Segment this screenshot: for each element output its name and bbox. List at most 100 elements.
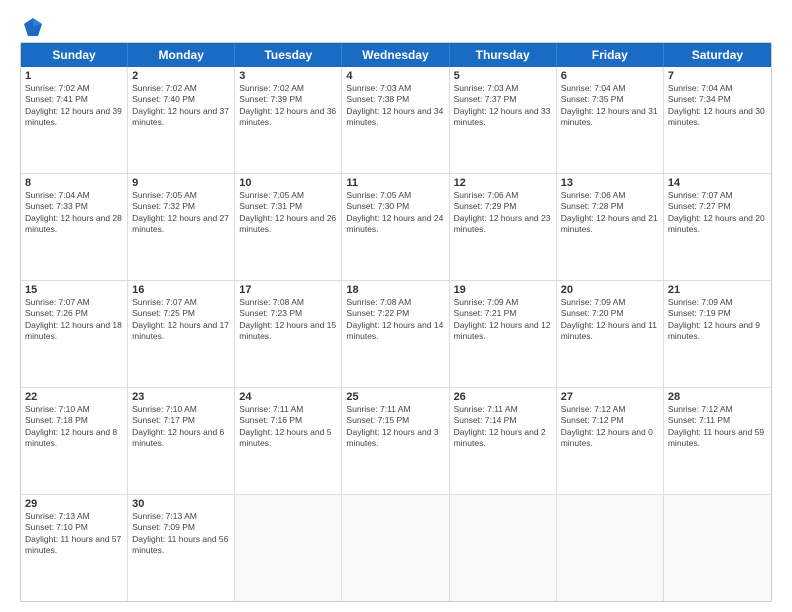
- cell-info: Sunrise: 7:04 AM Sunset: 7:33 PM Dayligh…: [25, 190, 123, 236]
- calendar-cell: 4Sunrise: 7:03 AM Sunset: 7:38 PM Daylig…: [342, 67, 449, 173]
- cell-info: Sunrise: 7:11 AM Sunset: 7:14 PM Dayligh…: [454, 404, 552, 450]
- calendar-cell: 17Sunrise: 7:08 AM Sunset: 7:23 PM Dayli…: [235, 281, 342, 387]
- cell-info: Sunrise: 7:09 AM Sunset: 7:20 PM Dayligh…: [561, 297, 659, 343]
- calendar-row: 8Sunrise: 7:04 AM Sunset: 7:33 PM Daylig…: [21, 174, 771, 281]
- day-number: 10: [239, 177, 337, 189]
- cell-info: Sunrise: 7:10 AM Sunset: 7:17 PM Dayligh…: [132, 404, 230, 450]
- day-header-wednesday: Wednesday: [342, 43, 449, 67]
- cell-info: Sunrise: 7:06 AM Sunset: 7:28 PM Dayligh…: [561, 190, 659, 236]
- day-number: 27: [561, 391, 659, 403]
- cell-info: Sunrise: 7:02 AM Sunset: 7:39 PM Dayligh…: [239, 83, 337, 129]
- calendar-cell: 1Sunrise: 7:02 AM Sunset: 7:41 PM Daylig…: [21, 67, 128, 173]
- calendar-row: 22Sunrise: 7:10 AM Sunset: 7:18 PM Dayli…: [21, 388, 771, 495]
- calendar-cell: 18Sunrise: 7:08 AM Sunset: 7:22 PM Dayli…: [342, 281, 449, 387]
- cell-info: Sunrise: 7:03 AM Sunset: 7:37 PM Dayligh…: [454, 83, 552, 129]
- calendar-row: 29Sunrise: 7:13 AM Sunset: 7:10 PM Dayli…: [21, 495, 771, 601]
- day-number: 29: [25, 498, 123, 510]
- day-number: 7: [668, 70, 767, 82]
- day-number: 25: [346, 391, 444, 403]
- calendar-cell: 23Sunrise: 7:10 AM Sunset: 7:17 PM Dayli…: [128, 388, 235, 494]
- calendar-header-row: SundayMondayTuesdayWednesdayThursdayFrid…: [21, 43, 771, 67]
- calendar-cell: 6Sunrise: 7:04 AM Sunset: 7:35 PM Daylig…: [557, 67, 664, 173]
- calendar-cell: 20Sunrise: 7:09 AM Sunset: 7:20 PM Dayli…: [557, 281, 664, 387]
- calendar-cell: 15Sunrise: 7:07 AM Sunset: 7:26 PM Dayli…: [21, 281, 128, 387]
- day-number: 1: [25, 70, 123, 82]
- logo-flag-icon: [22, 16, 44, 38]
- cell-info: Sunrise: 7:07 AM Sunset: 7:25 PM Dayligh…: [132, 297, 230, 343]
- logo: [20, 16, 44, 34]
- calendar-cell: [664, 495, 771, 601]
- calendar-cell: 24Sunrise: 7:11 AM Sunset: 7:16 PM Dayli…: [235, 388, 342, 494]
- calendar-cell: 25Sunrise: 7:11 AM Sunset: 7:15 PM Dayli…: [342, 388, 449, 494]
- calendar-cell: 21Sunrise: 7:09 AM Sunset: 7:19 PM Dayli…: [664, 281, 771, 387]
- day-number: 21: [668, 284, 767, 296]
- cell-info: Sunrise: 7:11 AM Sunset: 7:16 PM Dayligh…: [239, 404, 337, 450]
- day-number: 14: [668, 177, 767, 189]
- calendar-cell: 5Sunrise: 7:03 AM Sunset: 7:37 PM Daylig…: [450, 67, 557, 173]
- calendar-page: SundayMondayTuesdayWednesdayThursdayFrid…: [0, 0, 792, 612]
- calendar-cell: 26Sunrise: 7:11 AM Sunset: 7:14 PM Dayli…: [450, 388, 557, 494]
- header: [20, 16, 772, 34]
- cell-info: Sunrise: 7:07 AM Sunset: 7:27 PM Dayligh…: [668, 190, 767, 236]
- calendar-cell: [235, 495, 342, 601]
- calendar-cell: 9Sunrise: 7:05 AM Sunset: 7:32 PM Daylig…: [128, 174, 235, 280]
- day-number: 15: [25, 284, 123, 296]
- day-number: 12: [454, 177, 552, 189]
- cell-info: Sunrise: 7:02 AM Sunset: 7:41 PM Dayligh…: [25, 83, 123, 129]
- day-header-monday: Monday: [128, 43, 235, 67]
- calendar-cell: 13Sunrise: 7:06 AM Sunset: 7:28 PM Dayli…: [557, 174, 664, 280]
- calendar-cell: 22Sunrise: 7:10 AM Sunset: 7:18 PM Dayli…: [21, 388, 128, 494]
- cell-info: Sunrise: 7:09 AM Sunset: 7:19 PM Dayligh…: [668, 297, 767, 343]
- day-number: 13: [561, 177, 659, 189]
- day-header-tuesday: Tuesday: [235, 43, 342, 67]
- day-number: 17: [239, 284, 337, 296]
- cell-info: Sunrise: 7:10 AM Sunset: 7:18 PM Dayligh…: [25, 404, 123, 450]
- calendar-cell: [557, 495, 664, 601]
- calendar-cell: 8Sunrise: 7:04 AM Sunset: 7:33 PM Daylig…: [21, 174, 128, 280]
- cell-info: Sunrise: 7:05 AM Sunset: 7:30 PM Dayligh…: [346, 190, 444, 236]
- day-header-thursday: Thursday: [450, 43, 557, 67]
- day-number: 8: [25, 177, 123, 189]
- day-number: 23: [132, 391, 230, 403]
- day-number: 18: [346, 284, 444, 296]
- day-number: 2: [132, 70, 230, 82]
- day-number: 11: [346, 177, 444, 189]
- day-number: 26: [454, 391, 552, 403]
- calendar-cell: 12Sunrise: 7:06 AM Sunset: 7:29 PM Dayli…: [450, 174, 557, 280]
- day-number: 4: [346, 70, 444, 82]
- day-number: 22: [25, 391, 123, 403]
- cell-info: Sunrise: 7:13 AM Sunset: 7:10 PM Dayligh…: [25, 511, 123, 557]
- cell-info: Sunrise: 7:05 AM Sunset: 7:32 PM Dayligh…: [132, 190, 230, 236]
- calendar-cell: 2Sunrise: 7:02 AM Sunset: 7:40 PM Daylig…: [128, 67, 235, 173]
- cell-info: Sunrise: 7:08 AM Sunset: 7:23 PM Dayligh…: [239, 297, 337, 343]
- day-number: 30: [132, 498, 230, 510]
- calendar-body: 1Sunrise: 7:02 AM Sunset: 7:41 PM Daylig…: [21, 67, 771, 601]
- calendar-cell: 30Sunrise: 7:13 AM Sunset: 7:09 PM Dayli…: [128, 495, 235, 601]
- calendar-cell: 11Sunrise: 7:05 AM Sunset: 7:30 PM Dayli…: [342, 174, 449, 280]
- day-number: 3: [239, 70, 337, 82]
- day-number: 24: [239, 391, 337, 403]
- calendar-cell: 27Sunrise: 7:12 AM Sunset: 7:12 PM Dayli…: [557, 388, 664, 494]
- calendar-cell: 7Sunrise: 7:04 AM Sunset: 7:34 PM Daylig…: [664, 67, 771, 173]
- cell-info: Sunrise: 7:06 AM Sunset: 7:29 PM Dayligh…: [454, 190, 552, 236]
- calendar-row: 1Sunrise: 7:02 AM Sunset: 7:41 PM Daylig…: [21, 67, 771, 174]
- cell-info: Sunrise: 7:09 AM Sunset: 7:21 PM Dayligh…: [454, 297, 552, 343]
- day-number: 28: [668, 391, 767, 403]
- calendar-cell: [450, 495, 557, 601]
- day-header-friday: Friday: [557, 43, 664, 67]
- calendar-cell: 3Sunrise: 7:02 AM Sunset: 7:39 PM Daylig…: [235, 67, 342, 173]
- cell-info: Sunrise: 7:03 AM Sunset: 7:38 PM Dayligh…: [346, 83, 444, 129]
- calendar-cell: 28Sunrise: 7:12 AM Sunset: 7:11 PM Dayli…: [664, 388, 771, 494]
- calendar-cell: 14Sunrise: 7:07 AM Sunset: 7:27 PM Dayli…: [664, 174, 771, 280]
- day-number: 16: [132, 284, 230, 296]
- cell-info: Sunrise: 7:04 AM Sunset: 7:34 PM Dayligh…: [668, 83, 767, 129]
- cell-info: Sunrise: 7:12 AM Sunset: 7:12 PM Dayligh…: [561, 404, 659, 450]
- cell-info: Sunrise: 7:05 AM Sunset: 7:31 PM Dayligh…: [239, 190, 337, 236]
- calendar: SundayMondayTuesdayWednesdayThursdayFrid…: [20, 42, 772, 602]
- calendar-cell: 19Sunrise: 7:09 AM Sunset: 7:21 PM Dayli…: [450, 281, 557, 387]
- cell-info: Sunrise: 7:07 AM Sunset: 7:26 PM Dayligh…: [25, 297, 123, 343]
- day-header-sunday: Sunday: [21, 43, 128, 67]
- calendar-cell: 16Sunrise: 7:07 AM Sunset: 7:25 PM Dayli…: [128, 281, 235, 387]
- day-header-saturday: Saturday: [664, 43, 771, 67]
- cell-info: Sunrise: 7:02 AM Sunset: 7:40 PM Dayligh…: [132, 83, 230, 129]
